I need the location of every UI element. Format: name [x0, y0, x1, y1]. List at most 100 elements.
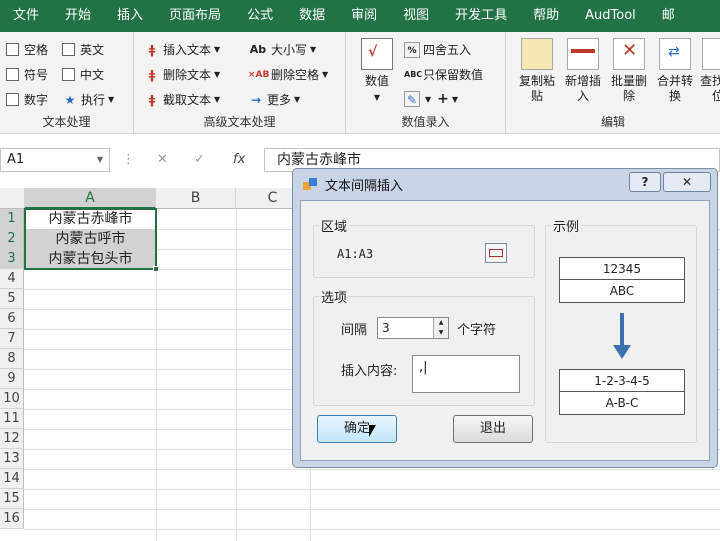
round-icon: % — [404, 41, 420, 58]
checkbox-box[interactable] — [62, 68, 75, 81]
row-header[interactable]: 10 — [0, 389, 24, 409]
button-label: 数值 — [364, 74, 389, 88]
tab-audtool[interactable]: AudTool — [572, 0, 649, 32]
checkbox-number[interactable]: 数字 — [6, 91, 48, 108]
case-button[interactable]: Ab 大小写 ▼ — [248, 41, 316, 58]
chevron-down-icon[interactable]: ▼ — [97, 149, 103, 171]
row-header[interactable]: 4 — [0, 269, 24, 289]
case-icon: Ab — [249, 42, 267, 56]
insert-function-icon[interactable]: fx — [233, 152, 245, 167]
interval-stepper[interactable]: 3 ▲ ▼ — [377, 317, 449, 339]
example-after-box: 1-2-3-4-5 A-B-C — [559, 369, 685, 415]
checkbox-box[interactable] — [6, 93, 19, 106]
tab-data[interactable]: 数据 — [286, 0, 338, 32]
group-label: 高级文本处理 — [203, 115, 276, 129]
dropdown-arrow-icon: ▼ — [214, 95, 221, 104]
app-icon — [303, 178, 317, 192]
value-button[interactable]: √ 数值 ▼ — [354, 38, 400, 105]
stepper-up-icon[interactable]: ▲ — [434, 318, 448, 328]
button-label: 大小写 — [271, 43, 308, 57]
cancel-icon[interactable]: ✕ — [157, 152, 168, 167]
checkbox-space[interactable]: 空格 — [6, 41, 48, 58]
tab-mail[interactable]: 邮 — [649, 0, 688, 32]
button-label: 批量删除 — [610, 74, 647, 103]
arrow-down-icon — [612, 313, 632, 361]
select-all-corner[interactable] — [0, 188, 25, 209]
row-header[interactable]: 14 — [0, 469, 24, 489]
tab-file[interactable]: 文件 — [0, 0, 52, 32]
row-header[interactable]: 5 — [0, 289, 24, 309]
row-header[interactable]: 7 — [0, 329, 24, 349]
merge-convert-button[interactable]: ⇄ 合并转换 — [652, 38, 698, 104]
tab-view[interactable]: 视图 — [390, 0, 442, 32]
keep-value-icon: ABC — [404, 69, 423, 79]
find-icon — [702, 38, 720, 70]
row-header[interactable]: 16 — [0, 509, 24, 529]
checkbox-symbol[interactable]: 符号 — [6, 66, 48, 83]
close-button[interactable]: ✕ — [663, 172, 711, 192]
row-header[interactable]: 8 — [0, 349, 24, 369]
group-value-entry: √ 数值 ▼ % 四舍五入 ABC 只保留数值 ✎ ▼ + ▼ 数值录入 — [346, 32, 506, 134]
tab-home[interactable]: 开始 — [52, 0, 104, 32]
options-label: 选项 — [319, 287, 350, 306]
tab-review[interactable]: 审阅 — [338, 0, 390, 32]
button-label: 查找定位 — [699, 74, 720, 103]
execute-icon: ★ — [64, 92, 76, 107]
button-label: 截取文本 — [163, 93, 212, 107]
column-header-b[interactable]: B — [156, 188, 236, 209]
tab-page-layout[interactable]: 页面布局 — [156, 0, 234, 32]
row-header[interactable]: 13 — [0, 449, 24, 469]
row-header[interactable]: 6 — [0, 309, 24, 329]
fill-handle[interactable] — [153, 266, 159, 272]
checkbox-box[interactable] — [6, 43, 19, 56]
checkbox-box[interactable] — [62, 43, 75, 56]
ok-button[interactable]: 确定 — [317, 415, 397, 443]
stepper-down-icon[interactable]: ▼ — [434, 328, 448, 338]
column-header-a[interactable]: A — [25, 188, 156, 209]
name-box[interactable]: A1 ▼ — [0, 148, 110, 172]
extract-text-button[interactable]: ǂ 截取文本 ▼ — [144, 91, 220, 108]
text-interval-insert-dialog: 文本间隔插入 ? ✕ 区域 A1:A3 选项 间隔 3 ▲ ▼ 个字符 插入内容:… — [292, 168, 718, 468]
checkbox-box[interactable] — [6, 68, 19, 81]
value-icon: √ — [361, 38, 393, 70]
dropdown-arrow-icon: ▼ — [310, 45, 317, 54]
tab-developer[interactable]: 开发工具 — [442, 0, 520, 32]
delete-grid-icon: ✕ — [613, 38, 645, 70]
delete-space-button[interactable]: ×AB 删除空格 ▼ — [248, 66, 328, 83]
insert-content-input[interactable]: ,| — [412, 355, 520, 393]
insert-rows-icon — [567, 38, 599, 70]
row-header[interactable]: 11 — [0, 409, 24, 429]
exit-button[interactable]: 退出 — [453, 415, 533, 443]
row-header[interactable]: 1 — [0, 209, 24, 229]
enter-icon[interactable]: ✓ — [194, 152, 205, 167]
find-locate-button[interactable]: 查找定位 — [698, 38, 720, 104]
row-header[interactable]: 3 — [0, 249, 24, 269]
edit-values-button[interactable]: ✎ ▼ + ▼ — [404, 91, 458, 107]
more-button[interactable]: → 更多 ▼ — [248, 91, 300, 108]
row-header[interactable]: 9 — [0, 369, 24, 389]
dropdown-arrow-icon: ▼ — [451, 94, 459, 104]
checkbox-chinese[interactable]: 中文 — [62, 66, 104, 83]
insert-text-button[interactable]: ǂ 插入文本 ▼ — [144, 41, 220, 58]
insert-text-icon: ǂ — [148, 42, 156, 57]
keep-value-button[interactable]: ABC 只保留数值 — [404, 66, 483, 83]
row-header[interactable]: 2 — [0, 229, 24, 249]
delete-text-button[interactable]: ǂ 删除文本 ▼ — [144, 66, 220, 83]
tab-insert[interactable]: 插入 — [104, 0, 156, 32]
round-button[interactable]: % 四舍五入 — [404, 41, 471, 58]
tab-formulas[interactable]: 公式 — [234, 0, 286, 32]
range-select-icon[interactable] — [485, 243, 507, 263]
row-header[interactable]: 12 — [0, 429, 24, 449]
row-header[interactable]: 15 — [0, 489, 24, 509]
checkbox-english[interactable]: 英文 — [62, 41, 104, 58]
batch-delete-button[interactable]: ✕ 批量删除 — [606, 38, 652, 104]
plus-icon[interactable]: + — [437, 91, 449, 107]
clipboard-icon — [521, 38, 553, 70]
add-insert-button[interactable]: 新增插入 — [560, 38, 606, 104]
copy-paste-button[interactable]: 复制粘贴 — [514, 38, 560, 104]
execute-button[interactable]: ★ 执行 ▼ — [62, 91, 115, 108]
group-label: 数值录入 — [401, 115, 450, 129]
region-input[interactable]: A1:A3 — [331, 244, 487, 264]
tab-help[interactable]: 帮助 — [520, 0, 572, 32]
help-button[interactable]: ? — [629, 172, 661, 192]
